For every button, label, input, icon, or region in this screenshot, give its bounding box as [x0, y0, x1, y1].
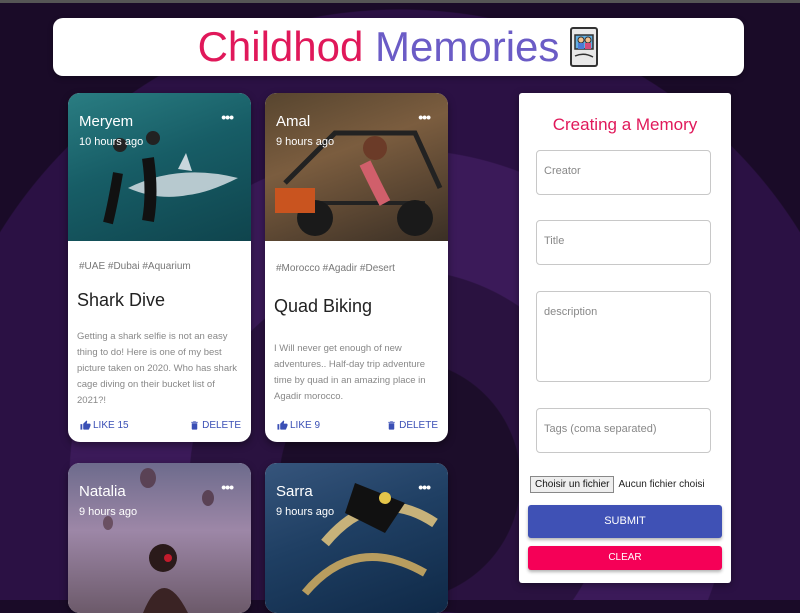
delete-icon — [388, 421, 395, 430]
memory-card: Natalia 9 hours ago ••• — [68, 463, 251, 613]
thumb-up-icon — [80, 420, 91, 430]
more-icon[interactable]: ••• — [418, 109, 431, 125]
post-time: 9 hours ago — [79, 506, 138, 518]
clear-button[interactable]: CLEAR — [528, 546, 722, 570]
memory-image: Amal 9 hours ago ••• — [265, 93, 448, 241]
app-title-part2: Memories — [375, 23, 560, 70]
like-button[interactable]: LIKE 15 — [80, 420, 129, 431]
post-description: I Will never get enough of new adventure… — [274, 343, 426, 402]
memory-card: Meryem 10 hours ago ••• #UAE #Dubai #Aqu… — [68, 93, 251, 442]
photo-album-icon — [570, 27, 599, 67]
like-count: LIKE 9 — [290, 420, 321, 431]
tags-field[interactable]: Tags (coma separated) — [536, 408, 711, 453]
delete-label: DELETE — [202, 420, 241, 431]
create-memory-form: Creating a Memory Creator Title descript… — [519, 93, 731, 583]
more-icon[interactable]: ••• — [221, 109, 234, 125]
like-count: LIKE 15 — [93, 420, 129, 431]
app-header: Childhod Memories — [53, 18, 744, 76]
post-time: 9 hours ago — [276, 506, 335, 518]
memory-card: Sarra 9 hours ago ••• — [265, 463, 448, 613]
memory-image: Sarra 9 hours ago ••• — [265, 463, 448, 613]
card-actions: LIKE 9 DELETE — [277, 420, 438, 431]
creator-field[interactable]: Creator — [536, 150, 711, 195]
post-creator: Meryem — [79, 113, 134, 130]
card-actions: LIKE 15 DELETE — [80, 420, 241, 431]
top-border — [0, 0, 800, 3]
more-icon[interactable]: ••• — [221, 479, 234, 495]
delete-button[interactable]: DELETE — [386, 420, 438, 431]
post-creator: Natalia — [79, 483, 126, 500]
thumb-up-icon — [277, 420, 288, 430]
post-tags: #UAE #Dubai #Aquarium — [79, 261, 191, 272]
delete-icon — [191, 421, 198, 430]
like-button[interactable]: LIKE 9 — [277, 420, 320, 431]
memory-image: Meryem 10 hours ago ••• — [68, 93, 251, 241]
app-title-part1: Childhod — [197, 23, 364, 70]
app-title: Childhod Memories — [198, 26, 560, 68]
post-tags: #Morocco #Agadir #Desert — [276, 263, 395, 274]
description-field[interactable]: description — [536, 291, 711, 382]
post-creator: Amal — [276, 113, 311, 130]
delete-button[interactable]: DELETE — [189, 420, 241, 431]
more-icon[interactable]: ••• — [418, 479, 431, 495]
post-title: Quad Biking — [274, 296, 373, 316]
post-description: Getting a shark selfie is not an easy th… — [77, 331, 238, 406]
delete-label: DELETE — [399, 420, 438, 431]
post-creator: Sarra — [276, 483, 313, 500]
memory-image: Natalia 9 hours ago ••• — [68, 463, 251, 613]
submit-button[interactable]: SUBMIT — [528, 505, 722, 538]
memory-card: Amal 9 hours ago ••• #Morocco #Agadir #D… — [265, 93, 448, 442]
form-heading: Creating a Memory — [552, 115, 698, 134]
post-title: Shark Dive — [77, 290, 166, 310]
post-time: 10 hours ago — [79, 136, 144, 148]
title-field[interactable]: Title — [536, 220, 711, 265]
post-time: 9 hours ago — [276, 136, 335, 148]
file-upload: Choisir un fichier Aucun fichier choisi — [530, 476, 705, 493]
choose-file-button[interactable]: Choisir un fichier — [530, 476, 615, 493]
file-status: Aucun fichier choisi — [618, 479, 705, 490]
